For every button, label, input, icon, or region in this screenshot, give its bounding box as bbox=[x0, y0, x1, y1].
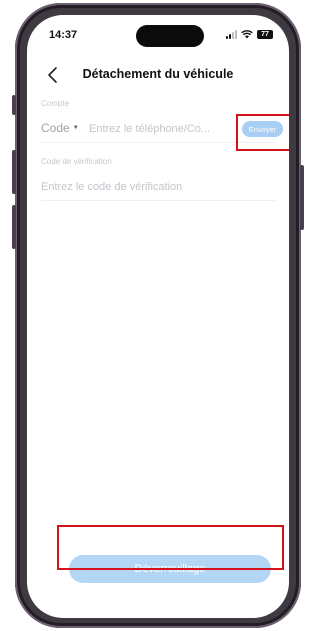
country-code-value: Code bbox=[41, 121, 70, 135]
dropdown-caret-icon: ▼ bbox=[72, 125, 79, 131]
account-label: Compte bbox=[41, 99, 70, 108]
country-code-select[interactable]: Code ▼ bbox=[41, 121, 79, 135]
wifi-icon bbox=[241, 30, 253, 39]
unlock-highlight-box bbox=[57, 525, 284, 570]
status-bar: 14:37 77 bbox=[27, 15, 289, 57]
dynamic-island bbox=[136, 25, 204, 47]
side-button bbox=[300, 165, 304, 230]
side-button bbox=[12, 95, 16, 115]
status-icons: 77 bbox=[226, 30, 273, 39]
verification-code-label: Code de vérification bbox=[41, 157, 112, 166]
battery-icon: 77 bbox=[257, 30, 273, 39]
app-screen: 14:37 77 Détachement du véhicule Compte … bbox=[27, 15, 289, 618]
signal-icon bbox=[226, 30, 237, 39]
verification-code-row bbox=[41, 176, 275, 201]
send-highlight-box bbox=[236, 114, 289, 151]
status-time: 14:37 bbox=[49, 29, 78, 41]
page-title: Détachement du véhicule bbox=[82, 67, 234, 81]
side-button bbox=[12, 150, 16, 194]
nav-bar: Détachement du véhicule bbox=[27, 61, 289, 89]
verification-code-input[interactable] bbox=[41, 176, 261, 198]
phone-email-input[interactable] bbox=[89, 118, 229, 140]
side-button bbox=[12, 205, 16, 249]
